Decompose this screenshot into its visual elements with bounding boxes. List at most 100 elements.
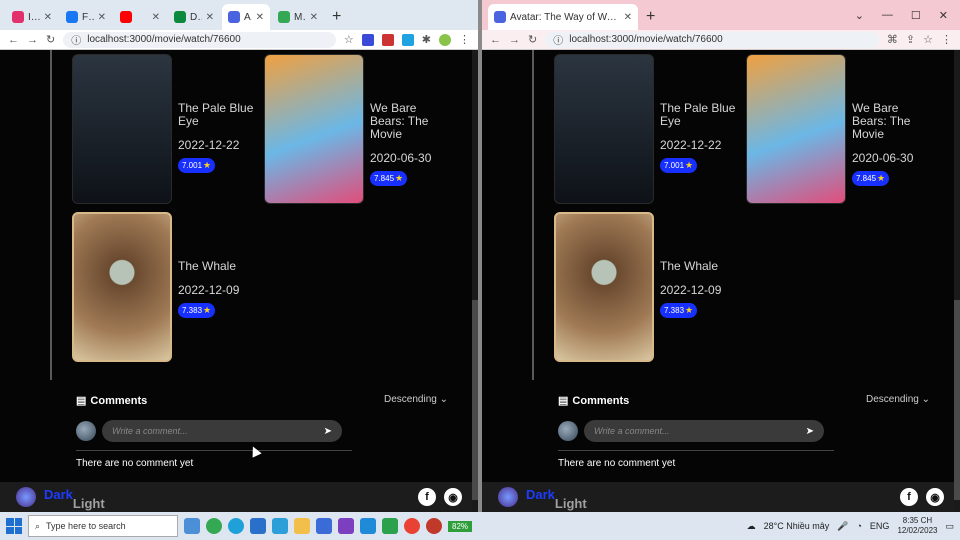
tab-facebook[interactable]: Fac✕: [60, 4, 112, 30]
vscode-icon[interactable]: [360, 518, 376, 534]
theme-light-button[interactable]: Light: [73, 496, 105, 511]
facebook-icon[interactable]: f: [900, 488, 918, 506]
reload-icon[interactable]: ↻: [528, 33, 537, 46]
sort-dropdown[interactable]: Descending ⌄: [866, 394, 930, 407]
rating-badge: 7.845 ★: [370, 171, 408, 186]
extension-icon[interactable]: [361, 33, 374, 46]
maximize-icon[interactable]: ☐: [911, 9, 921, 22]
profile-avatar[interactable]: [439, 33, 451, 46]
app-l-icon[interactable]: [272, 518, 288, 534]
comment-input[interactable]: Write a comment... ➤: [102, 420, 342, 442]
movie-card[interactable]: The Whale 2022-12-09 7.383 ★: [72, 212, 258, 362]
lang-indicator[interactable]: ENG: [870, 521, 890, 531]
menu-icon[interactable]: ⋮: [459, 33, 470, 46]
movie-poster[interactable]: [554, 212, 654, 362]
movie-meta: The Pale Blue Eye 2022-12-22 7.001 ★: [178, 54, 258, 204]
new-tab-button[interactable]: +: [326, 8, 347, 30]
close-icon[interactable]: ✕: [310, 12, 318, 23]
scrollbar-thumb[interactable]: [954, 300, 960, 500]
extension-icon[interactable]: [381, 33, 394, 46]
back-icon[interactable]: ←: [490, 34, 501, 46]
tab-youtube[interactable]: ✕: [114, 4, 166, 30]
puzzle-icon[interactable]: ✱: [422, 33, 431, 46]
movie-card[interactable]: The Whale 2022-12-09 7.383 ★: [554, 212, 740, 362]
star-icon: ★: [685, 160, 694, 170]
comment-input[interactable]: Write a comment... ➤: [584, 420, 824, 442]
mail-icon[interactable]: [250, 518, 266, 534]
tab-mc[interactable]: Mc✕: [272, 4, 324, 30]
translate-icon[interactable]: ⌘: [887, 33, 898, 46]
movie-card[interactable]: The Pale Blue Eye 2022-12-22 7.001 ★: [554, 54, 740, 204]
close-icon[interactable]: ✕: [44, 12, 52, 23]
github-icon[interactable]: ◉: [444, 488, 462, 506]
comments-title: ▤ Comments: [76, 394, 148, 408]
theme-light-button[interactable]: Light: [555, 496, 587, 511]
star-icon[interactable]: ☆: [344, 33, 354, 46]
movie-title[interactable]: The Pale Blue Eye: [178, 102, 258, 128]
github-icon[interactable]: ◉: [926, 488, 944, 506]
app-icon[interactable]: [426, 518, 442, 534]
close-window-icon[interactable]: ✕: [939, 9, 948, 22]
movie-poster[interactable]: [554, 54, 654, 204]
theme-dark-button[interactable]: Dark: [526, 487, 555, 502]
send-icon[interactable]: ➤: [806, 426, 814, 437]
movie-title[interactable]: The Pale Blue Eye: [660, 102, 740, 128]
minimize-icon[interactable]: —: [882, 9, 893, 22]
close-icon[interactable]: ✕: [624, 12, 632, 23]
star-icon[interactable]: ☆: [923, 33, 933, 46]
weather-icon[interactable]: ☁: [747, 521, 756, 532]
tab-avatar[interactable]: Ava✕: [222, 4, 270, 30]
movie-card[interactable]: We Bare Bears: The Movie 2020-06-30 7.84…: [264, 54, 450, 204]
wifi-icon[interactable]: ◔: [856, 521, 861, 531]
app-icon[interactable]: [316, 518, 332, 534]
menu-icon[interactable]: ⋮: [941, 33, 952, 46]
movie-meta: We Bare Bears: The Movie 2020-06-30 7.84…: [852, 54, 932, 204]
tab-duolingo[interactable]: Dul✕: [168, 4, 220, 30]
avatar: [558, 421, 578, 441]
chevron-down-icon[interactable]: ⌄: [855, 9, 864, 22]
movie-title[interactable]: The Whale: [660, 260, 740, 273]
theme-dark-button[interactable]: Dark: [44, 487, 73, 502]
app-icon[interactable]: [382, 518, 398, 534]
close-icon[interactable]: ✕: [152, 12, 160, 23]
movie-card[interactable]: We Bare Bears: The Movie 2020-06-30 7.84…: [746, 54, 932, 204]
extension-icon[interactable]: [401, 33, 414, 46]
task-view-icon[interactable]: [184, 518, 200, 534]
folder-icon[interactable]: [294, 518, 310, 534]
facebook-icon[interactable]: f: [418, 488, 436, 506]
tab-avatar[interactable]: Avatar: The Way of Water | Dark✕: [488, 4, 638, 30]
chrome-icon[interactable]: [206, 518, 222, 534]
windows-start-icon[interactable]: [6, 518, 22, 534]
movie-card[interactable]: The Pale Blue Eye 2022-12-22 7.001 ★: [72, 54, 258, 204]
sort-dropdown[interactable]: Descending ⌄: [384, 394, 448, 407]
movie-title[interactable]: We Bare Bears: The Movie: [370, 102, 450, 141]
close-icon[interactable]: ✕: [98, 12, 106, 23]
clock[interactable]: 8:35 CH 12/02/2023: [897, 516, 937, 536]
back-icon[interactable]: ←: [8, 34, 19, 46]
tab-instagram[interactable]: Ins✕: [6, 4, 58, 30]
taskbar-search[interactable]: ⌕ Type here to search: [28, 515, 178, 537]
forward-icon[interactable]: →: [27, 34, 38, 46]
visual-studio-icon[interactable]: [338, 518, 354, 534]
new-tab-button[interactable]: +: [640, 8, 661, 30]
notification-icon[interactable]: ▭: [945, 521, 954, 532]
scrollbar[interactable]: [954, 50, 960, 512]
movie-poster[interactable]: [264, 54, 364, 204]
close-icon[interactable]: ✕: [206, 12, 214, 23]
movie-title[interactable]: The Whale: [178, 260, 258, 273]
close-icon[interactable]: ✕: [256, 12, 264, 23]
reload-icon[interactable]: ↻: [46, 33, 55, 46]
movie-poster[interactable]: [72, 54, 172, 204]
share-icon[interactable]: ⇪: [906, 33, 915, 46]
send-icon[interactable]: ➤: [324, 426, 332, 437]
edge-icon[interactable]: [228, 518, 244, 534]
address-bar[interactable]: ⓘ localhost:3000/movie/watch/76600: [545, 31, 879, 48]
movie-title[interactable]: We Bare Bears: The Movie: [852, 102, 932, 141]
mic-icon[interactable]: 🎤: [837, 521, 848, 532]
chrome-icon[interactable]: [404, 518, 420, 534]
movie-poster[interactable]: [746, 54, 846, 204]
forward-icon[interactable]: →: [509, 34, 520, 46]
address-bar[interactable]: ⓘ localhost:3000/movie/watch/76600: [63, 31, 336, 48]
weather-text[interactable]: 28°C Nhiều mây: [764, 521, 830, 531]
movie-poster[interactable]: [72, 212, 172, 362]
